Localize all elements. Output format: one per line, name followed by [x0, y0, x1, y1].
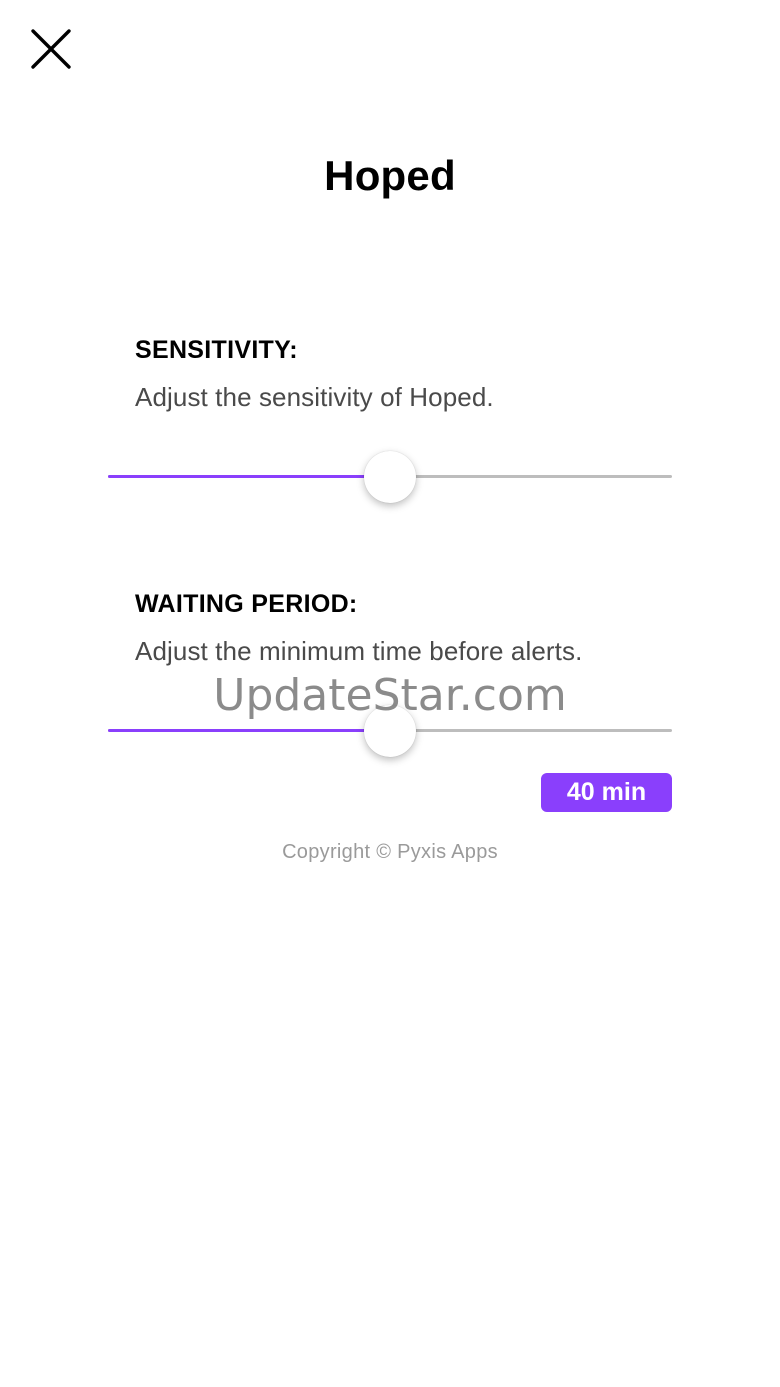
close-button[interactable]	[22, 20, 80, 78]
sensitivity-description: Adjust the sensitivity of Hoped.	[135, 382, 494, 412]
waiting-period-label: WAITING PERIOD:	[135, 590, 358, 618]
sensitivity-slider-thumb[interactable]	[364, 451, 416, 503]
page-title: Hoped	[324, 152, 456, 199]
copyright-text: Copyright © Pyxis Apps	[282, 841, 498, 863]
waiting-period-description: Adjust the minimum time before alerts.	[135, 636, 583, 666]
sensitivity-slider[interactable]	[108, 447, 672, 507]
waiting-period-slider-thumb[interactable]	[364, 705, 416, 757]
waiting-period-slider-fill	[108, 729, 390, 732]
sensitivity-slider-fill	[108, 475, 390, 478]
waiting-period-value-badge: 40 min	[541, 773, 672, 812]
waiting-period-slider[interactable]	[108, 701, 672, 761]
close-icon	[31, 29, 71, 69]
sensitivity-label: SENSITIVITY:	[135, 336, 298, 364]
